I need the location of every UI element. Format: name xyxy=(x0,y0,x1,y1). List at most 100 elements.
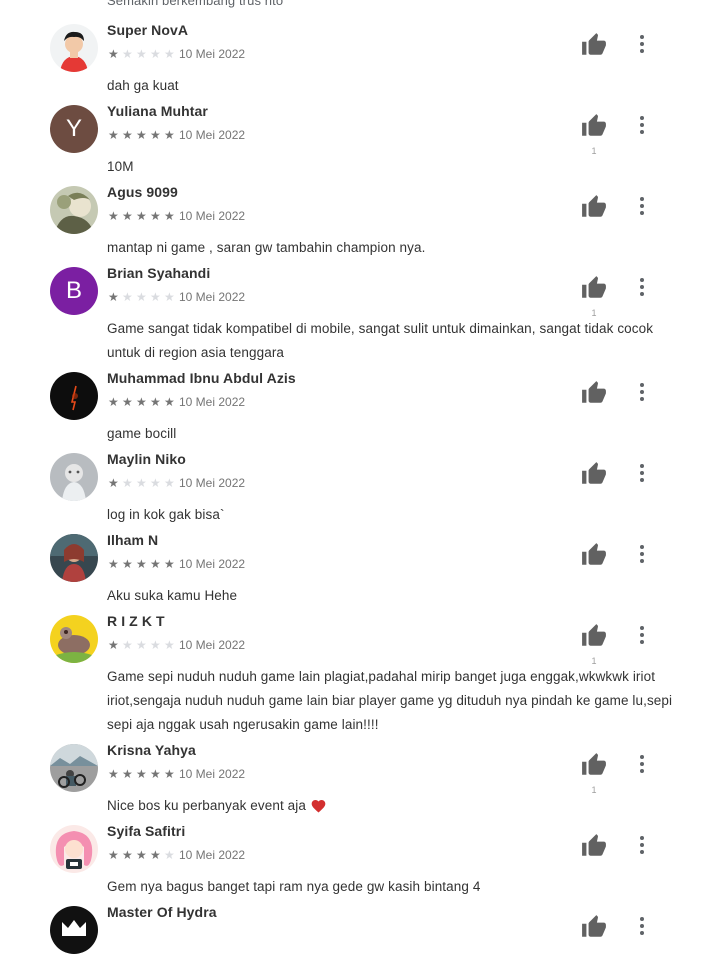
thumbs-up-icon[interactable] xyxy=(580,193,608,221)
star-icon: ★ xyxy=(150,848,161,862)
review-text: Gem nya bagus banget tapi ram nya gede g… xyxy=(107,875,682,899)
star-icon: ★ xyxy=(136,638,147,652)
more-options-icon[interactable] xyxy=(630,619,654,651)
reviewer-name: Agus 9099 xyxy=(107,184,178,200)
avatar-initial: B xyxy=(65,277,82,304)
reviewer-name: Brian Syahandi xyxy=(107,265,211,281)
star-rating: ★ ★ ★ ★ ★ 10 Mei 2022 xyxy=(108,848,245,862)
star-icon: ★ xyxy=(136,290,147,304)
star-rating: ★ ★ ★ ★ ★ 10 Mei 2022 xyxy=(108,557,245,571)
like-count: 1 xyxy=(591,656,597,666)
star-icon: ★ xyxy=(122,476,133,490)
thumbs-up-icon[interactable] xyxy=(580,622,608,650)
previous-review-text: Semakin berkembang trus rito xyxy=(107,0,284,8)
more-options-icon[interactable] xyxy=(630,829,654,861)
star-icon: ★ xyxy=(136,767,147,781)
star-icon: ★ xyxy=(164,290,175,304)
avatar: Y xyxy=(50,105,98,153)
review-date: 10 Mei 2022 xyxy=(179,767,246,781)
review-date: 10 Mei 2022 xyxy=(179,848,246,862)
star-icon: ★ xyxy=(150,476,161,490)
avatar xyxy=(50,744,98,792)
star-icon: ★ xyxy=(136,557,147,571)
more-options-icon[interactable] xyxy=(630,910,654,942)
thumbs-up-icon[interactable] xyxy=(580,832,608,860)
star-icon: ★ xyxy=(164,209,175,223)
star-icon: ★ xyxy=(150,395,161,409)
more-options-icon[interactable] xyxy=(630,376,654,408)
star-rating: ★ ★ ★ ★ ★ 10 Mei 2022 xyxy=(108,638,245,652)
star-icon: ★ xyxy=(164,476,175,490)
more-options-icon[interactable] xyxy=(630,748,654,780)
thumbs-up-icon[interactable] xyxy=(580,31,608,59)
review-date: 10 Mei 2022 xyxy=(179,638,246,652)
like-count: 1 xyxy=(591,308,597,318)
star-icon: ★ xyxy=(122,767,133,781)
star-icon: ★ xyxy=(150,638,161,652)
avatar xyxy=(50,615,98,663)
more-options-icon[interactable] xyxy=(630,28,654,60)
reviewer-name: Super NovA xyxy=(107,22,189,38)
avatar xyxy=(50,453,98,501)
star-icon: ★ xyxy=(150,767,161,781)
more-options-icon[interactable] xyxy=(630,271,654,303)
star-icon: ★ xyxy=(108,209,119,223)
thumbs-up-icon[interactable] xyxy=(580,751,608,779)
reviewer-name: Syifa Safitri xyxy=(107,823,186,839)
thumbs-up-icon[interactable] xyxy=(580,460,608,488)
reviewer-name: Yuliana Muhtar xyxy=(107,103,208,119)
review-date: 10 Mei 2022 xyxy=(179,557,246,571)
reviewer-name: Krisna Yahya xyxy=(107,742,196,758)
star-icon: ★ xyxy=(108,395,119,409)
star-icon: ★ xyxy=(122,638,133,652)
reviewer-name: Maylin Niko xyxy=(107,451,186,467)
star-icon: ★ xyxy=(150,209,161,223)
more-options-icon[interactable] xyxy=(630,190,654,222)
review-text-content: Gem nya bagus banget tapi ram nya gede g… xyxy=(107,879,481,894)
avatar xyxy=(50,825,98,873)
star-rating: ★ ★ ★ ★ ★ 10 Mei 2022 xyxy=(108,395,245,409)
star-icon: ★ xyxy=(122,848,133,862)
review-text: 10M xyxy=(107,155,682,179)
review-date: 10 Mei 2022 xyxy=(179,128,246,142)
star-icon: ★ xyxy=(108,290,119,304)
review-date: 10 Mei 2022 xyxy=(179,395,246,409)
more-options-icon[interactable] xyxy=(630,109,654,141)
avatar xyxy=(50,186,98,234)
thumbs-up-icon[interactable] xyxy=(580,913,608,941)
star-icon: ★ xyxy=(150,290,161,304)
star-icon: ★ xyxy=(164,128,175,142)
thumbs-up-icon[interactable] xyxy=(580,274,608,302)
review-text: Aku suka kamu Hehe xyxy=(107,584,682,608)
thumbs-up-icon[interactable] xyxy=(580,379,608,407)
review-text-content: game bocill xyxy=(107,426,177,441)
review-text: Nice bos ku perbanyak event aja xyxy=(107,794,682,821)
star-icon: ★ xyxy=(136,395,147,409)
more-options-icon[interactable] xyxy=(630,457,654,489)
review-text-content: dah ga kuat xyxy=(107,78,179,93)
review-text-content: Nice bos ku perbanyak event aja xyxy=(107,798,306,813)
star-icon: ★ xyxy=(108,557,119,571)
star-icon: ★ xyxy=(122,47,133,61)
avatar xyxy=(50,534,98,582)
review-date: 10 Mei 2022 xyxy=(179,47,246,61)
thumbs-up-icon[interactable] xyxy=(580,112,608,140)
thumbs-up-icon[interactable] xyxy=(580,541,608,569)
avatar-initial: Y xyxy=(65,115,82,142)
reviewer-name: R I Z K T xyxy=(107,613,165,629)
star-icon: ★ xyxy=(122,395,133,409)
reviewer-name: Muhammad Ibnu Abdul Azis xyxy=(107,370,296,386)
star-icon: ★ xyxy=(108,848,119,862)
review-date: 10 Mei 2022 xyxy=(179,476,246,490)
star-icon: ★ xyxy=(108,767,119,781)
more-options-icon[interactable] xyxy=(630,538,654,570)
star-icon: ★ xyxy=(108,128,119,142)
star-icon: ★ xyxy=(164,767,175,781)
star-icon: ★ xyxy=(164,395,175,409)
star-rating: ★ ★ ★ ★ ★ 10 Mei 2022 xyxy=(108,290,245,304)
star-icon: ★ xyxy=(122,557,133,571)
star-rating: ★ ★ ★ ★ ★ 10 Mei 2022 xyxy=(108,209,245,223)
review-text: Game sepi nuduh nuduh game lain plagiat,… xyxy=(107,665,682,737)
star-icon: ★ xyxy=(150,47,161,61)
star-icon: ★ xyxy=(164,848,175,862)
